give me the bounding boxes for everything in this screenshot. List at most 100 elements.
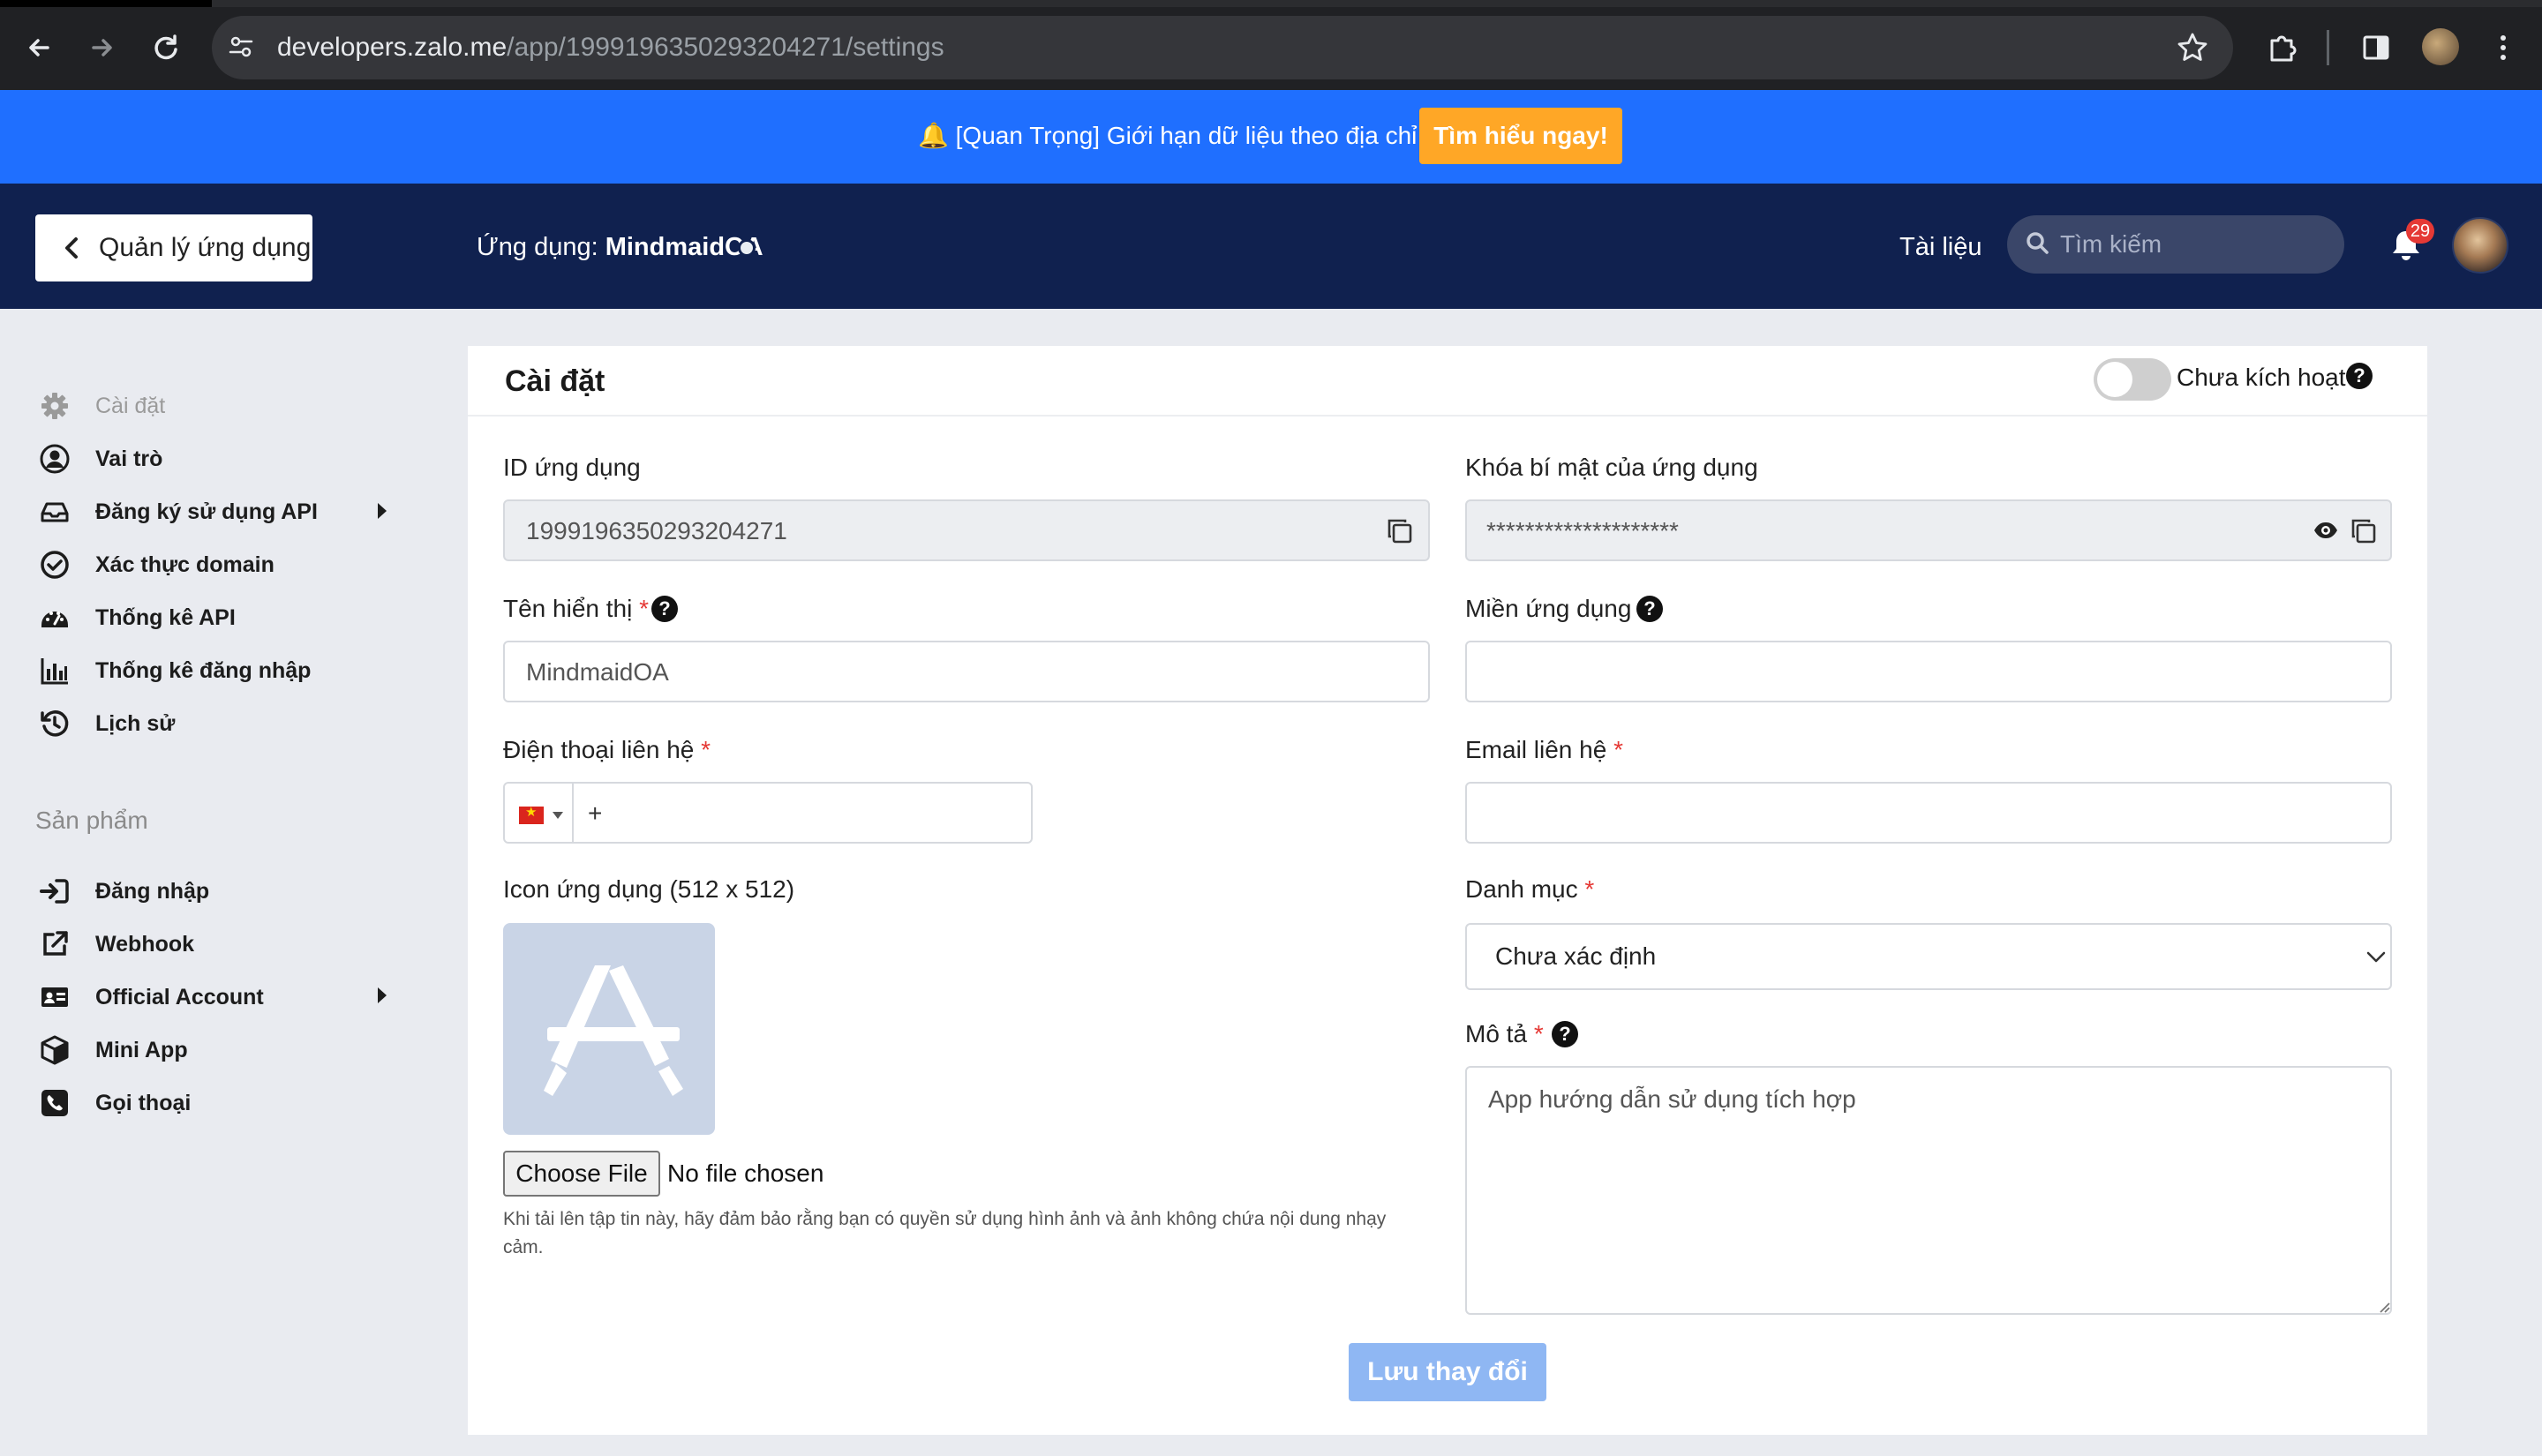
search-input[interactable]: [2060, 222, 2325, 266]
dashboard-icon: [39, 602, 71, 634]
chevron-down-icon[interactable]: [2365, 949, 2387, 964]
url-path: /app/1999196350293204271/settings: [507, 33, 944, 62]
search-icon: [2025, 229, 2051, 259]
caret-right-icon[interactable]: [378, 987, 387, 1003]
eye-icon[interactable]: [2313, 517, 2339, 544]
active-tab[interactable]: [212, 0, 2542, 7]
sidebar-item-label: Vai trò: [95, 447, 163, 471]
caret-down-icon[interactable]: [553, 812, 563, 819]
sidebar-item-label: Đăng nhập: [95, 879, 210, 904]
site-settings-icon[interactable]: [228, 34, 254, 60]
save-changes-button[interactable]: Lưu thay đổi: [1349, 1343, 1546, 1401]
user-circle-icon: [39, 443, 71, 475]
secret-key-value: ********************: [1486, 517, 1679, 544]
id-card-icon: [39, 981, 71, 1013]
sidebar-item-label: Lịch sử: [95, 711, 176, 736]
caret-right-icon[interactable]: [378, 503, 387, 519]
category-label: Danh mục *: [1465, 872, 1594, 907]
sign-in-icon: [39, 875, 71, 907]
bookmark-star-icon[interactable]: [2175, 30, 2210, 65]
notification-badge: 29: [2406, 219, 2434, 244]
file-status: No file chosen: [667, 1160, 824, 1187]
copy-icon[interactable]: [1386, 517, 1414, 545]
docs-link[interactable]: Tài liệu: [1899, 229, 1982, 265]
app-id-label: ID ứng dụng: [503, 454, 641, 481]
browser-profile-avatar[interactable]: [2422, 28, 2459, 65]
app-title: Ứng dụng: MindmaidOA: [477, 229, 763, 265]
choose-file-button[interactable]: Choose File: [503, 1151, 660, 1197]
question-circle-icon[interactable]: ?: [1636, 596, 1663, 622]
external-link-icon: [39, 928, 71, 960]
sidebar-item-label: Official Account: [95, 985, 264, 1009]
browser-menu-icon[interactable]: [2486, 30, 2521, 65]
contact-phone-input[interactable]: [503, 782, 1033, 844]
sidebar-item-label: Xác thực domain: [95, 552, 275, 577]
sidebar-item-label: Thống kê đăng nhập: [95, 658, 312, 683]
required-mark: *: [639, 595, 650, 622]
sidebar-section-products: Sản phẩm: [35, 807, 148, 834]
activation-toggle[interactable]: [2094, 358, 2171, 401]
sidebar-item-label: Cài đặt: [95, 394, 166, 418]
app-status-dot: [738, 239, 756, 257]
sidebar-item-label: Thống kê API: [95, 605, 236, 630]
category-value: Chưa xác định: [1495, 942, 1657, 970]
question-circle-icon[interactable]: ?: [1552, 1021, 1578, 1047]
sidebar-item-label: Gọi thoại: [95, 1091, 192, 1115]
learn-more-button[interactable]: Tìm hiểu ngay!: [1419, 108, 1622, 164]
phone-prefix: +: [588, 799, 603, 827]
forward-arrow-icon[interactable]: [85, 30, 120, 65]
notice-text: 🔔 [Quan Trọng] Giới hạn dữ liệu theo địa…: [918, 122, 1448, 149]
toolbar-divider: [2327, 30, 2329, 65]
upload-hint: Khi tải lên tập tin này, hãy đảm bảo rằn…: [503, 1209, 1387, 1257]
chevron-left-icon: [62, 230, 81, 275]
app-title-prefix: Ứng dụng:: [477, 233, 605, 261]
description-label: Mô tả *: [1465, 1017, 1544, 1052]
sidebar-item-label: Mini App: [95, 1038, 188, 1062]
required-mark: *: [1613, 736, 1623, 763]
required-mark: *: [1584, 875, 1595, 903]
display-name-label: Tên hiển thị *: [503, 591, 649, 627]
activation-status-label: Chưa kích hoạt: [2177, 364, 2346, 391]
contact-email-label: Email liên hệ *: [1465, 732, 1623, 768]
side-panel-icon[interactable]: [2358, 30, 2394, 65]
copy-icon[interactable]: [2350, 517, 2378, 545]
sidebar-item-label: Webhook: [95, 932, 195, 957]
back-arrow-icon[interactable]: [21, 30, 56, 65]
required-mark: *: [701, 736, 711, 763]
extensions-puzzle-icon[interactable]: [2265, 30, 2300, 65]
app-icon-label: Icon ứng dụng (512 x 512): [503, 875, 795, 903]
description-label-text: Mô tả: [1465, 1020, 1528, 1047]
contact-email-input[interactable]: [1465, 782, 2392, 844]
url-host: developers.zalo.me: [277, 33, 508, 62]
required-mark: *: [1533, 1020, 1544, 1047]
secret-key-label: Khóa bí mật của ứng dụng: [1465, 454, 1758, 481]
app-icon-preview: [503, 923, 715, 1135]
resize-grip-icon[interactable]: [2376, 1299, 2390, 1313]
card-header-divider: [468, 415, 2427, 417]
display-name-value: MindmaidOA: [526, 658, 669, 686]
phone-separator: [572, 784, 574, 844]
question-circle-icon[interactable]: ?: [2346, 363, 2373, 389]
toggle-knob: [2097, 362, 2132, 397]
app-id-value: 1999196350293204271: [526, 517, 787, 544]
check-circle-icon: [39, 549, 71, 581]
display-name-label-text: Tên hiển thị: [503, 595, 633, 622]
history-icon: [39, 708, 71, 739]
contact-email-label-text: Email liên hệ: [1465, 736, 1607, 763]
question-circle-icon[interactable]: ?: [651, 596, 678, 622]
reload-icon[interactable]: [148, 30, 184, 65]
description-value: App hướng dẫn sử dụng tích hợp: [1488, 1085, 1856, 1113]
manage-apps-label: Quản lý ứng dụng: [99, 233, 312, 262]
contact-phone-label-text: Điện thoại liên hệ: [503, 736, 695, 763]
page-title: Cài đặt: [505, 364, 605, 398]
gear-icon: [39, 390, 71, 422]
phone-icon: [39, 1087, 71, 1119]
app-domain-input[interactable]: [1465, 641, 2392, 702]
category-label-text: Danh mục: [1465, 875, 1578, 903]
app-store-placeholder-icon: [544, 965, 683, 1096]
user-avatar[interactable]: [2452, 217, 2508, 274]
bar-chart-icon: [39, 655, 71, 687]
url-text[interactable]: developers.zalo.me/app/19991963502932042…: [277, 30, 944, 65]
vietnam-flag-icon[interactable]: [519, 804, 544, 824]
manage-apps-button[interactable]: Quản lý ứng dụng: [35, 214, 312, 281]
